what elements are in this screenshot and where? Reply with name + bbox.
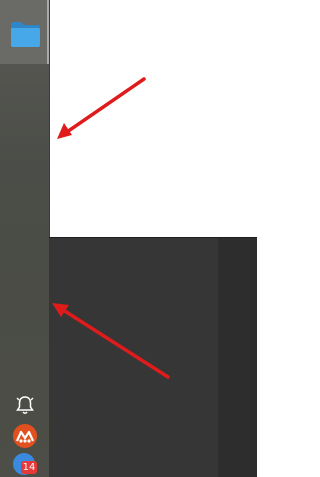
app-logo-icon[interactable]	[13, 424, 37, 448]
active-indicator	[47, 0, 49, 64]
bell-icon[interactable]	[14, 394, 36, 416]
dock-tray: 14	[0, 388, 49, 477]
dark-window-pane	[49, 237, 257, 477]
notification-badge: 14	[21, 461, 37, 474]
upper-arrow	[57, 77, 146, 139]
app-logo-glyph	[16, 430, 34, 443]
pane-side-column	[218, 238, 257, 477]
left-dock: 14	[0, 0, 50, 477]
folder-icon	[11, 22, 40, 47]
dock-item-files[interactable]	[0, 0, 49, 64]
